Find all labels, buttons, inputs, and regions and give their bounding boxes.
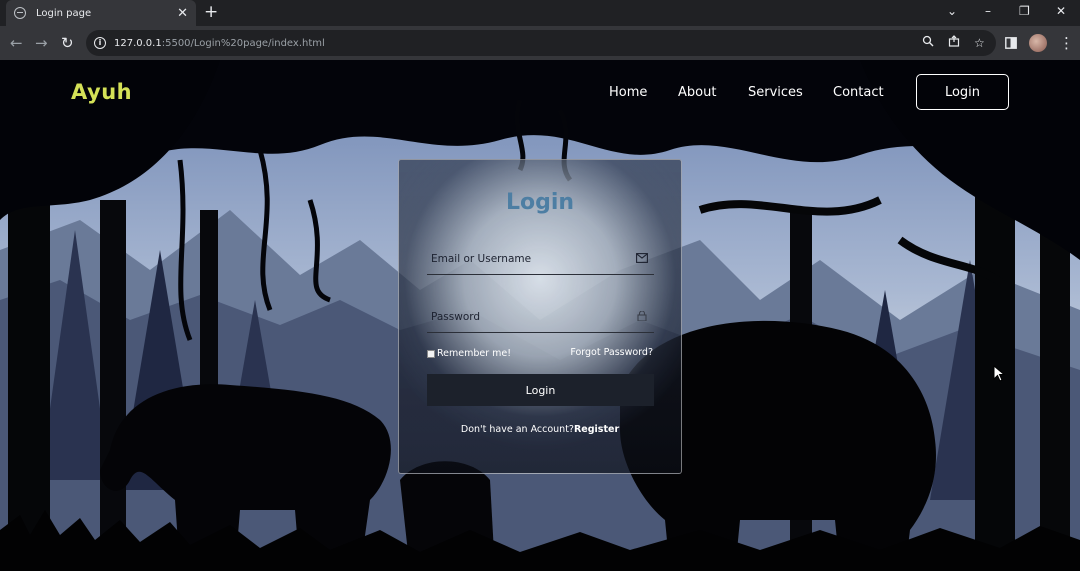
remember-me[interactable]: Remember me! [427, 348, 511, 359]
address-bar[interactable]: i 127.0.0.1 :5500/Login%20page/index.htm… [86, 30, 996, 56]
tab-close-icon[interactable]: ✕ [177, 7, 188, 20]
forward-arrow-icon[interactable]: → [35, 34, 48, 52]
cursor-icon [993, 365, 1005, 382]
menu-dots-icon[interactable]: ⋮ [1059, 34, 1074, 52]
browser-tab[interactable]: Login page ✕ [6, 0, 196, 26]
page-viewport: Ayuh Home About Services Contact Login L… [0, 60, 1080, 571]
browser-toolbar: ← → ↻ i 127.0.0.1 :5500/Login%20page/ind… [0, 26, 1080, 60]
register-link[interactable]: Register [574, 424, 619, 435]
forgot-password-link[interactable]: Forgot Password? [570, 347, 653, 358]
password-input[interactable] [427, 303, 627, 331]
login-card: Login Remember me! Forgot Password? Logi… [398, 159, 682, 474]
back-arrow-icon[interactable]: ← [10, 34, 23, 52]
browser-tab-bar: Login page ✕ + ⌄ – ❐ ✕ [0, 0, 1080, 26]
globe-icon [14, 7, 26, 19]
minimize-button[interactable]: – [985, 3, 991, 19]
tab-title: Login page [36, 7, 92, 19]
info-icon[interactable]: i [94, 37, 106, 49]
profile-avatar[interactable] [1029, 34, 1047, 52]
nav-contact-link[interactable]: Contact [833, 85, 884, 100]
password-field [427, 303, 654, 333]
new-tab-button[interactable]: + [204, 3, 218, 21]
no-account-text: Don't have an Account? [460, 424, 574, 435]
sidebar-icon[interactable] [1005, 35, 1017, 53]
remember-checkbox[interactable] [427, 349, 435, 358]
nav-home-link[interactable]: Home [609, 85, 647, 100]
login-title: Login [505, 190, 575, 215]
lock-icon [637, 311, 647, 321]
nav-login-button[interactable]: Login [916, 74, 1009, 110]
reload-icon[interactable]: ↻ [61, 34, 74, 52]
tab-search-icon[interactable]: ⌄ [947, 3, 957, 19]
url-host: 127.0.0.1 [114, 37, 162, 49]
maximize-button[interactable]: ❐ [1019, 3, 1030, 19]
mail-icon [636, 253, 648, 263]
share-icon[interactable] [948, 34, 960, 52]
register-prompt: Don't have an Account?Register [399, 424, 681, 435]
url-path: :5500/Login%20page/index.html [161, 37, 325, 49]
login-submit-button[interactable]: Login [427, 374, 654, 406]
nav-about-link[interactable]: About [678, 85, 716, 100]
email-input[interactable] [427, 245, 627, 273]
zoom-icon[interactable] [922, 34, 934, 52]
remember-label: Remember me! [437, 348, 512, 359]
close-window-button[interactable]: ✕ [1056, 3, 1066, 19]
site-logo[interactable]: Ayuh [71, 80, 132, 104]
star-icon[interactable]: ☆ [974, 34, 985, 52]
nav-services-link[interactable]: Services [748, 85, 803, 100]
email-field [427, 245, 654, 275]
